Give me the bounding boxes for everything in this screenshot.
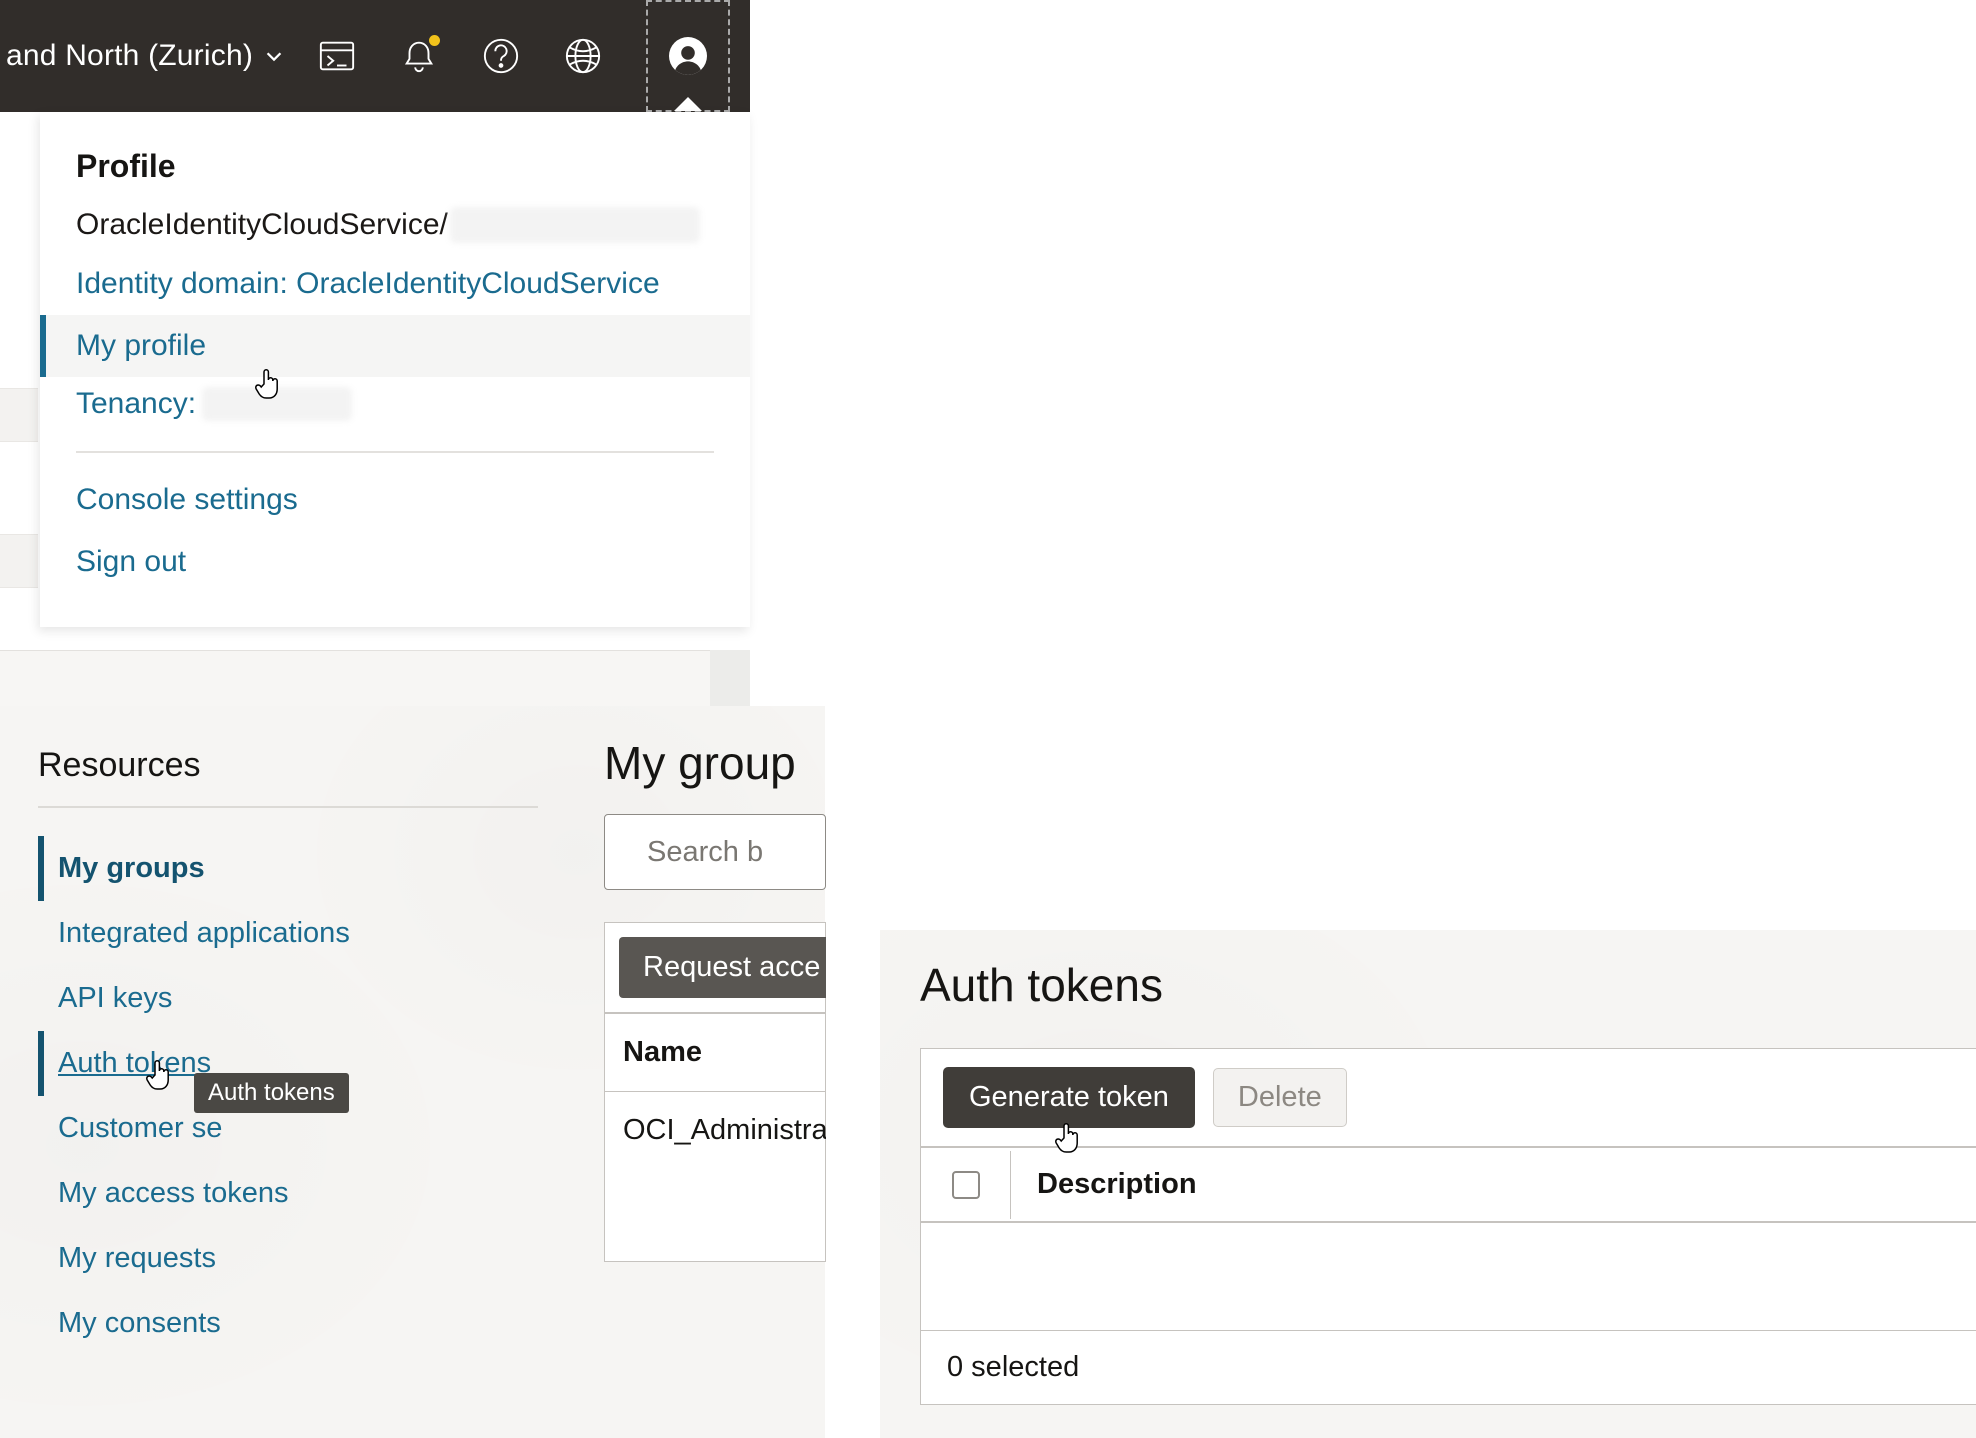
notification-dot — [429, 35, 440, 46]
language-icon[interactable] — [564, 37, 602, 75]
background-row — [0, 534, 38, 588]
column-header-name: Name — [605, 1012, 825, 1091]
sidebar-item-api-keys[interactable]: API keys — [38, 966, 548, 1031]
tenancy-link[interactable]: Tenancy: — [40, 377, 750, 435]
resources-nav: My groups Integrated applications API ke… — [38, 836, 548, 1356]
sidebar-item-my-groups[interactable]: My groups — [38, 836, 548, 901]
select-all-cell[interactable] — [921, 1151, 1011, 1219]
resources-heading: Resources — [38, 746, 201, 785]
scrollbar-track[interactable] — [710, 650, 750, 706]
resources-panel-snippet: Resources My groups Integrated applicati… — [0, 706, 825, 1438]
topbar: and North (Zurich) — [0, 0, 750, 112]
divider — [76, 451, 714, 453]
profile-dropdown-snippet: and North (Zurich) — [0, 0, 750, 705]
user-avatar-icon — [669, 37, 707, 75]
sidebar-item-my-consents[interactable]: My consents — [38, 1291, 548, 1356]
topbar-icons — [318, 0, 750, 112]
identity-domain-link[interactable]: Identity domain: OracleIdentityCloudServ… — [40, 253, 750, 315]
sidebar-item-auth-tokens[interactable]: Auth tokens Auth tokens — [38, 1031, 548, 1096]
chevron-down-icon — [263, 45, 285, 67]
table-row[interactable]: OCI_Administra — [605, 1091, 825, 1261]
region-selector[interactable]: and North (Zurich) — [0, 0, 285, 112]
my-groups-heading: My group — [596, 706, 826, 814]
select-all-checkbox[interactable] — [952, 1171, 980, 1199]
search-field[interactable] — [604, 814, 826, 890]
bottom-strip — [0, 650, 750, 706]
table-empty-row — [921, 1223, 1976, 1331]
sidebar-item-customer-secret-keys[interactable]: Customer se — [38, 1096, 548, 1161]
profile-dropdown: Profile OracleIdentityCloudService/ Iden… — [40, 112, 750, 627]
sidebar-item-integrated-applications[interactable]: Integrated applications — [38, 901, 548, 966]
user-menu-button[interactable] — [646, 0, 730, 112]
profile-username: OracleIdentityCloudService/ — [40, 207, 750, 243]
my-groups-panel: My group Request acce Name OCI_Administr… — [596, 706, 826, 1438]
auth-tokens-table: Generate token Delete Description 0 sele… — [920, 1048, 1976, 1405]
table-header-row: Description — [921, 1146, 1976, 1223]
sidebar-item-my-access-tokens[interactable]: My access tokens — [38, 1161, 548, 1226]
request-access-button[interactable]: Request acce — [619, 937, 826, 998]
help-icon[interactable] — [482, 37, 520, 75]
my-groups-toolbar: Request acce Name OCI_Administra — [604, 922, 826, 1262]
region-label: and North (Zurich) — [6, 39, 253, 73]
search-input[interactable] — [647, 836, 826, 869]
selection-count: 0 selected — [921, 1331, 1976, 1404]
auth-tokens-snippet: Auth tokens Generate token Delete Descri… — [880, 930, 1976, 1438]
auth-tokens-heading: Auth tokens — [880, 930, 1976, 1012]
sidebar-item-my-requests[interactable]: My requests — [38, 1226, 548, 1291]
redacted-username — [450, 207, 700, 243]
cloud-shell-icon[interactable] — [318, 37, 356, 75]
console-settings-link[interactable]: Console settings — [40, 469, 750, 531]
hand-cursor-icon — [1055, 1120, 1081, 1154]
notifications-icon[interactable] — [400, 37, 438, 75]
profile-heading: Profile — [40, 142, 750, 207]
delete-button[interactable]: Delete — [1213, 1068, 1347, 1127]
background-row — [0, 388, 38, 442]
hand-cursor-icon — [146, 1057, 172, 1091]
divider — [38, 806, 538, 808]
sign-out-link[interactable]: Sign out — [40, 531, 750, 593]
my-profile-link[interactable]: My profile — [40, 315, 750, 377]
column-header-description: Description — [1011, 1148, 1223, 1221]
hand-cursor-icon — [255, 366, 281, 400]
generate-token-button[interactable]: Generate token — [943, 1067, 1195, 1128]
